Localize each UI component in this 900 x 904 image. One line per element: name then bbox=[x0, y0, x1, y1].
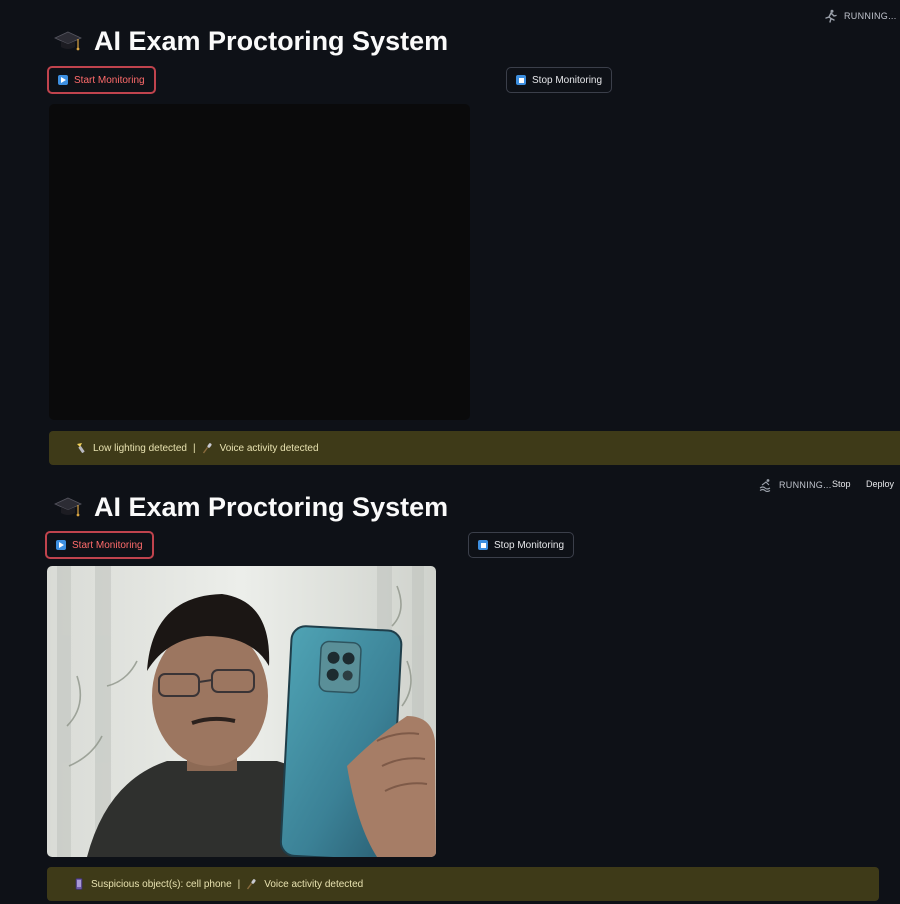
running-person-icon bbox=[824, 9, 838, 23]
start-monitoring-button[interactable]: Start Monitoring bbox=[47, 66, 156, 94]
graduation-cap-icon bbox=[54, 29, 82, 55]
warning-alert: Suspicious object(s): cell phone | Voice… bbox=[47, 867, 879, 901]
alert-item-voice: Voice activity detected bbox=[264, 878, 364, 890]
running-status-text: RUNNING... bbox=[844, 11, 897, 21]
stop-button-icon bbox=[516, 75, 526, 85]
alert-item-lighting: Low lighting detected bbox=[93, 442, 187, 454]
webcam-frame-image bbox=[47, 566, 436, 857]
app-screenshot-top: RUNNING... AI Exam Proctoring System Sta… bbox=[0, 0, 900, 470]
phone-icon bbox=[73, 878, 85, 890]
flashlight-icon bbox=[75, 442, 87, 454]
webcam-feed bbox=[49, 104, 470, 420]
stop-monitoring-button[interactable]: Stop Monitoring bbox=[468, 532, 575, 558]
graduation-cap-icon bbox=[54, 495, 82, 521]
start-monitoring-button[interactable]: Start Monitoring bbox=[45, 531, 154, 559]
stop-monitoring-label: Stop Monitoring bbox=[532, 74, 603, 86]
page-title-text: AI Exam Proctoring System bbox=[94, 492, 449, 522]
webcam-feed bbox=[47, 566, 436, 857]
page-title: AI Exam Proctoring System bbox=[54, 26, 448, 57]
start-monitoring-label: Start Monitoring bbox=[72, 539, 143, 551]
header-stop-link[interactable]: Stop bbox=[832, 479, 851, 489]
stop-button-icon bbox=[478, 540, 488, 550]
running-status-text: RUNNING... bbox=[779, 480, 832, 490]
alert-item-suspicious-object: Suspicious object(s): cell phone bbox=[91, 878, 232, 890]
running-person-icon bbox=[759, 478, 773, 492]
running-status: RUNNING... bbox=[759, 478, 832, 492]
page-title: AI Exam Proctoring System bbox=[54, 492, 448, 523]
alert-separator: | bbox=[237, 878, 241, 890]
start-monitoring-label: Start Monitoring bbox=[74, 74, 145, 86]
play-button-icon bbox=[58, 75, 68, 85]
stop-monitoring-button[interactable]: Stop Monitoring bbox=[506, 67, 613, 93]
page-title-text: AI Exam Proctoring System bbox=[94, 26, 449, 56]
stop-monitoring-label: Stop Monitoring bbox=[494, 539, 565, 551]
app-screenshot-bottom: RUNNING... Stop Deploy AI Exam Proctorin… bbox=[0, 470, 900, 904]
play-button-icon bbox=[56, 540, 66, 550]
alert-separator: | bbox=[192, 442, 196, 454]
microphone-icon bbox=[202, 442, 214, 454]
microphone-icon bbox=[246, 878, 258, 890]
alert-item-voice: Voice activity detected bbox=[219, 442, 319, 454]
deploy-link[interactable]: Deploy bbox=[866, 479, 894, 489]
running-status: RUNNING... bbox=[824, 9, 897, 23]
warning-alert: Low lighting detected | Voice activity d… bbox=[49, 431, 900, 465]
